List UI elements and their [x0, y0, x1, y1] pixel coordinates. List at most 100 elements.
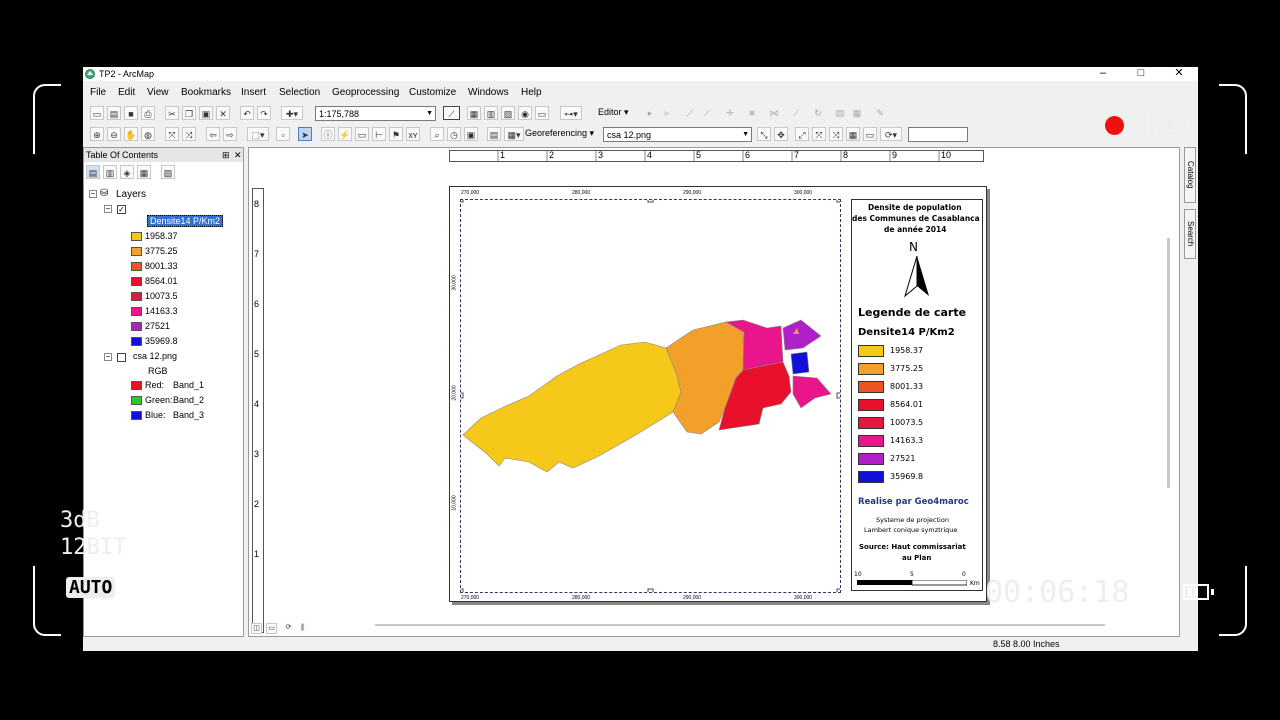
- selection-handle[interactable]: [461, 200, 464, 203]
- maximize-button[interactable]: □: [1131, 67, 1151, 81]
- selection-handle[interactable]: [647, 588, 654, 592]
- swipe-icon[interactable]: ▤: [487, 127, 501, 141]
- toc-close-icon[interactable]: ✕: [234, 148, 242, 162]
- layer2-visibility-checkbox[interactable]: [117, 353, 126, 362]
- new-doc-icon[interactable]: ▭: [90, 106, 104, 120]
- georef-layer-combo[interactable]: csa 12.png ▼: [603, 127, 752, 142]
- layer1-collapse-icon[interactable]: −: [104, 205, 112, 213]
- create-viewer-icon[interactable]: ▣: [464, 127, 478, 141]
- layer2-collapse-icon[interactable]: −: [104, 353, 112, 361]
- list-by-selection-icon[interactable]: ▦: [137, 165, 151, 179]
- python-window-icon[interactable]: ▭: [535, 106, 549, 120]
- layout-view-icon[interactable]: ▦: [467, 106, 481, 120]
- identify-icon[interactable]: ⓘ: [321, 127, 335, 141]
- layout-view[interactable]: 1 2 3 4 5 6 7 8 9 10 8 7 6 5 4 3 2 1 270…: [248, 147, 1180, 637]
- select-elements-icon[interactable]: ➤: [298, 127, 312, 141]
- selection-handle[interactable]: [836, 588, 840, 592]
- list-by-visibility-icon[interactable]: ◈: [120, 165, 134, 179]
- selection-handle[interactable]: [647, 200, 654, 203]
- full-extent-icon[interactable]: ◍: [141, 127, 155, 141]
- horizontal-scrollbar[interactable]: [375, 624, 1105, 626]
- html-popup-icon[interactable]: ▭: [355, 127, 369, 141]
- catalog-tab[interactable]: Catalog: [1184, 147, 1196, 203]
- flicker-icon[interactable]: ▦▾: [504, 127, 524, 141]
- selection-handle[interactable]: [461, 588, 464, 592]
- editor-toolbar-icon[interactable]: ⟋: [443, 106, 460, 120]
- catalog-window-icon[interactable]: ▥: [484, 106, 498, 120]
- forward-arrow-icon[interactable]: ⇨: [223, 127, 237, 141]
- model-builder-icon[interactable]: ⊶▾: [560, 106, 582, 120]
- options-icon[interactable]: ▧: [161, 165, 175, 179]
- add-data-icon[interactable]: ✚▾: [281, 106, 303, 120]
- auto-registration-icon[interactable]: ⤨: [829, 127, 843, 141]
- find-icon[interactable]: ⌕: [430, 127, 444, 141]
- measure-icon[interactable]: ⊢: [372, 127, 386, 141]
- layer1-name[interactable]: Densite14 P/Km2: [147, 215, 224, 227]
- hyperlink-icon[interactable]: ⚡: [338, 127, 352, 141]
- reset-transformation-icon[interactable]: ⟳▾: [880, 127, 902, 141]
- view-link-table-icon[interactable]: ▦: [846, 127, 860, 141]
- shift-georef-icon[interactable]: ✥: [774, 127, 788, 141]
- paste-icon[interactable]: ▣: [199, 106, 213, 120]
- georef-extra-input[interactable]: [908, 127, 968, 142]
- zoom-out-icon[interactable]: ⊖: [107, 127, 121, 141]
- minimize-button[interactable]: –: [1093, 67, 1113, 81]
- map-scale-combo[interactable]: 1:175,788 ▼: [315, 106, 436, 121]
- selection-handle[interactable]: [461, 392, 464, 399]
- search-tab[interactable]: Search: [1184, 209, 1196, 259]
- menu-edit[interactable]: Edit: [118, 87, 135, 98]
- undo-icon[interactable]: ↶: [240, 106, 254, 120]
- selection-handle[interactable]: [836, 200, 840, 203]
- find-route-icon[interactable]: ⚑: [389, 127, 403, 141]
- select-features-icon[interactable]: ⬚▾: [247, 127, 269, 141]
- menu-file[interactable]: File: [90, 87, 106, 98]
- data-view-icon[interactable]: ◫: [251, 623, 262, 634]
- time-slider-icon[interactable]: ◷: [447, 127, 461, 141]
- open-folder-icon[interactable]: ▤: [107, 106, 121, 120]
- list-by-source-icon[interactable]: ▥: [103, 165, 117, 179]
- add-control-points-icon[interactable]: ⤧: [812, 127, 826, 141]
- pin-icon[interactable]: ⊞: [222, 148, 230, 162]
- editor-menu[interactable]: Editor ▾: [598, 107, 629, 118]
- layer1-visibility-checkbox[interactable]: ✓: [117, 205, 126, 214]
- layer2-name[interactable]: csa 12.png: [133, 351, 177, 361]
- fixed-zoom-in-icon[interactable]: ⤧: [165, 127, 179, 141]
- back-arrow-icon[interactable]: ⇦: [206, 127, 220, 141]
- print-icon[interactable]: ⎙: [141, 106, 155, 120]
- copy-icon[interactable]: ❐: [182, 106, 196, 120]
- zoom-in-icon[interactable]: ⊕: [90, 127, 104, 141]
- layout-view-toggle-icon[interactable]: ▭: [266, 623, 277, 634]
- viewer-icon[interactable]: ▭: [863, 127, 877, 141]
- fixed-zoom-out-icon[interactable]: ⤨: [182, 127, 196, 141]
- menu-view[interactable]: View: [147, 87, 169, 98]
- go-to-xy-icon[interactable]: xʏ: [406, 127, 420, 141]
- menu-bookmarks[interactable]: Bookmarks: [181, 87, 231, 98]
- scale-georef-icon[interactable]: ⤢: [795, 127, 809, 141]
- menu-selection[interactable]: Selection: [279, 87, 320, 98]
- save-icon[interactable]: ■: [124, 106, 138, 120]
- data-frame[interactable]: 270,000 280,000 290,000 300,000 270,000 …: [452, 190, 841, 601]
- map-legend-panel[interactable]: Densite de population des Communes de Ca…: [851, 199, 983, 591]
- menu-customize[interactable]: Customize: [409, 87, 456, 98]
- layers-collapse-icon[interactable]: −: [89, 190, 97, 198]
- search-window-icon[interactable]: ▧: [501, 106, 515, 120]
- arctoolbox-icon[interactable]: ◉: [518, 106, 532, 120]
- pan-icon[interactable]: ✋: [124, 127, 138, 141]
- ruler-num: 4: [647, 150, 653, 160]
- cut-icon[interactable]: ✂: [165, 106, 179, 120]
- refresh-icon[interactable]: ⟳: [283, 623, 294, 634]
- delete-icon[interactable]: ✕: [216, 106, 230, 120]
- selection-handle[interactable]: [836, 392, 840, 399]
- menu-geoprocessing[interactable]: Geoprocessing: [332, 87, 399, 98]
- menu-help[interactable]: Help: [521, 87, 542, 98]
- rotate-georef-icon[interactable]: ⤡: [757, 127, 771, 141]
- list-by-drawing-order-icon[interactable]: ▤: [86, 165, 100, 179]
- menu-insert[interactable]: Insert: [241, 87, 266, 98]
- georeferencing-menu[interactable]: Georeferencing ▾: [525, 128, 594, 139]
- vertical-scrollbar[interactable]: [1167, 238, 1170, 488]
- pause-drawing-icon[interactable]: ∥: [297, 623, 308, 634]
- menu-windows[interactable]: Windows: [468, 87, 509, 98]
- redo-icon[interactable]: ↷: [257, 106, 271, 120]
- clear-selection-icon[interactable]: ▫: [276, 127, 290, 141]
- close-button[interactable]: ✕: [1169, 67, 1189, 81]
